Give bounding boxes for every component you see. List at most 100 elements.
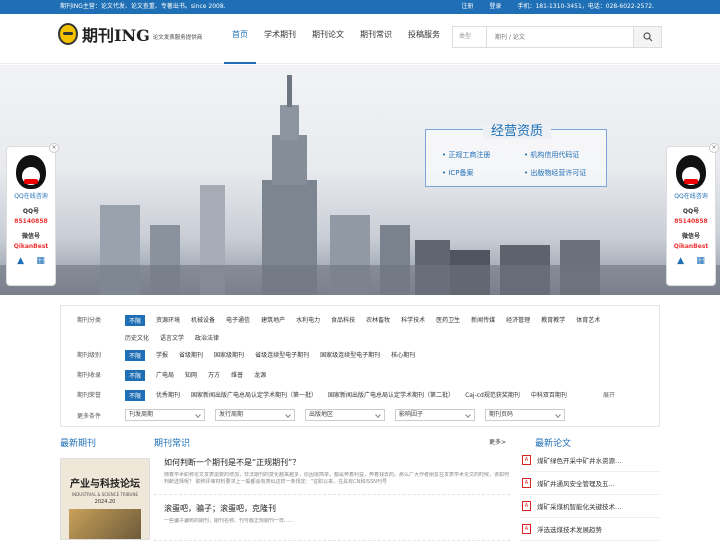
filter-option[interactable]: 中科双百期刊	[531, 390, 567, 401]
filter-option[interactable]: 不限	[125, 350, 146, 361]
section-title-newest-journals: 最新期刊	[60, 439, 97, 449]
filter-select[interactable]: 期刊页码	[485, 409, 565, 421]
journal-cover-image[interactable]: 产业与科技论坛 INDUSTRIAL & SCIENCE TRIBUNE 202…	[60, 458, 150, 540]
filter-option[interactable]: 优秀期刊	[156, 390, 180, 401]
paper-title[interactable]: 浮选选煤技术发展趋势	[537, 524, 602, 534]
filter-label: 更多条件	[77, 412, 102, 420]
qq-label: QQ号	[682, 208, 700, 215]
search-type-select[interactable]: 类型	[453, 27, 487, 47]
search-input[interactable]	[487, 27, 633, 47]
paper-title[interactable]: 煤矿绿色开采中矿井水资源…	[537, 455, 622, 465]
filter-select[interactable]: 影响因子	[395, 409, 475, 421]
filter-option[interactable]: 广电局	[156, 370, 174, 381]
qq-label: QQ号	[22, 208, 40, 215]
section-title-knowledge: 期刊常识	[154, 439, 191, 449]
filter-option[interactable]: 资源环境	[156, 315, 180, 326]
qrcode-icon[interactable]: ▦	[696, 256, 705, 266]
filter-option[interactable]: 食品科技	[331, 315, 355, 326]
site-logo[interactable]: 期刊ING 论文发表服务提供商	[58, 22, 202, 46]
article-title[interactable]: 滚蛋吧，骗子；滚蛋吧，克隆刊	[164, 503, 510, 514]
filter-option[interactable]: 不限	[125, 315, 146, 326]
article-item[interactable]: 如何判断一个期刊是不是“正规期刊”？ 随着学术职称论文发表需要的增加，非法期刊的…	[154, 449, 510, 495]
bell-icon[interactable]: ▲	[677, 256, 684, 266]
filter-option[interactable]: 农林畜牧	[366, 315, 390, 326]
filter-option[interactable]: 建筑地产	[261, 315, 285, 326]
filter-option[interactable]: 教育教学	[541, 315, 565, 326]
main-nav: 首页 学术期刊 期刊论文 期刊常识 投稿服务	[224, 14, 448, 64]
pdf-icon: A	[522, 478, 531, 488]
filter-option[interactable]: 科学技术	[401, 315, 425, 326]
close-icon[interactable]: ×	[49, 143, 59, 153]
list-item[interactable]: A 浮选选煤技术发展趋势	[520, 518, 660, 541]
filter-row-level: 期刊级别 不限 学报 省级期刊 国家级期刊 省级连续型电子期刊 国家级连续型电子期刊 核心期…	[61, 350, 661, 361]
wechat-label: 微信号	[681, 233, 700, 240]
filter-option[interactable]: 不限	[125, 390, 146, 401]
filter-select[interactable]: 发行周期	[215, 409, 295, 421]
qualification-item: ICP备案	[442, 168, 524, 178]
contact-info: 手机：181-1310-3451，电话：028-6022-2572.	[517, 3, 654, 10]
filter-option[interactable]: 经济管理	[506, 315, 530, 326]
filter-option[interactable]: 万方	[208, 370, 220, 381]
filter-option[interactable]: 龙源	[254, 370, 266, 381]
filter-option[interactable]: 水利电力	[296, 315, 320, 326]
nav-papers[interactable]: 期刊论文	[304, 14, 352, 64]
filter-option[interactable]: 体育艺术	[576, 315, 600, 326]
nav-journals[interactable]: 学术期刊	[256, 14, 304, 64]
filter-option[interactable]: 新闻传媒	[471, 315, 495, 326]
login-link[interactable]: 登录	[489, 0, 501, 14]
journal-filter-panel: 期刊分类 不限 资源环境 机械设备 电子通信 建筑地产 水利电力 食品科技 农林畜牧 科学技术医…	[60, 305, 660, 427]
filter-label: 期刊荣誉	[77, 392, 102, 399]
qq-consult-link[interactable]: QQ在线咨询	[667, 191, 715, 200]
list-item[interactable]: A 煤矿绿色开采中矿井水资源…	[520, 449, 660, 472]
filter-option[interactable]: 维普	[231, 370, 243, 381]
nav-submission[interactable]: 投稿服务	[400, 14, 448, 64]
filter-option[interactable]: 语言文学	[160, 333, 184, 342]
filter-option[interactable]: 国家新闻出版广电总局认定学术期刊（第二批）	[328, 390, 454, 401]
pdf-icon: A	[522, 524, 531, 534]
close-icon[interactable]: ×	[709, 143, 719, 153]
filter-option[interactable]: 不限	[125, 370, 146, 381]
filter-option[interactable]: 学报	[156, 350, 168, 361]
filter-option[interactable]: 医药卫生	[436, 315, 460, 326]
bee-logo-icon	[58, 23, 78, 45]
search-button[interactable]	[633, 27, 661, 47]
article-item[interactable]: 滚蛋吧，骗子；滚蛋吧，克隆刊 一些骗子骗到的期刊，期刊名称、刊号都正规期刊一样……	[154, 495, 510, 541]
article-title[interactable]: 如何判断一个期刊是不是“正规期刊”？	[164, 457, 510, 468]
filter-option[interactable]: 国家新闻出版广电总局认定学术期刊（第一批）	[191, 390, 317, 401]
filter-option[interactable]: 省级期刊	[179, 350, 203, 361]
paper-title[interactable]: 煤矿井通风安全管理及五…	[537, 478, 615, 488]
filter-option[interactable]: 电子通信	[226, 315, 250, 326]
filter-option[interactable]: 核心期刊	[391, 350, 415, 361]
list-item[interactable]: A 煤矿采煤机智能化关键技术…	[520, 495, 660, 518]
paper-title[interactable]: 煤矿采煤机智能化关键技术…	[537, 501, 622, 511]
list-item[interactable]: A 煤矿井通风安全管理及五…	[520, 472, 660, 495]
pdf-icon: A	[522, 455, 531, 465]
filter-option[interactable]: 政治法律	[195, 333, 219, 342]
qrcode-icon[interactable]: ▦	[36, 256, 45, 266]
filter-row-category: 期刊分类 不限 资源环境 机械设备 电子通信 建筑地产 水利电力 食品科技 农林畜牧 科学技术医…	[61, 315, 661, 342]
qq-number: 85140858	[674, 218, 708, 225]
register-link[interactable]: 注册	[461, 0, 473, 14]
nav-knowledge[interactable]: 期刊常识	[352, 14, 400, 64]
qq-penguin-icon[interactable]	[676, 155, 706, 189]
expand-toggle[interactable]: 展开	[603, 390, 615, 399]
qq-penguin-icon[interactable]	[16, 155, 46, 189]
bell-icon[interactable]: ▲	[17, 256, 24, 266]
filter-option[interactable]: 知网	[185, 370, 197, 381]
filter-select[interactable]: 刊发周期	[125, 409, 205, 421]
cover-illustration	[69, 509, 141, 539]
qq-consult-link[interactable]: QQ在线咨询	[7, 191, 55, 200]
filter-option[interactable]: 国家级期刊	[214, 350, 244, 361]
top-bar-slogan: 期刊ING主营：论文代发、论文查重、专著出书。since 2008.	[60, 3, 226, 10]
nav-home[interactable]: 首页	[224, 14, 256, 64]
filter-select[interactable]: 出版地区	[305, 409, 385, 421]
filter-option[interactable]: 省级连续型电子期刊	[255, 350, 309, 361]
filter-option[interactable]: 国家级连续型电子期刊	[320, 350, 380, 361]
wechat-id: QikanBest	[673, 243, 709, 250]
filter-option[interactable]: 历史文化	[125, 333, 149, 342]
filter-option[interactable]: 机械设备	[191, 315, 215, 326]
more-link[interactable]: 更多>	[489, 437, 506, 446]
filter-option[interactable]: Caj-cd规范获奖期刊	[465, 390, 520, 401]
journal-cover-title: 产业与科技论坛	[70, 479, 140, 490]
article-excerpt: 随着学术职称论文发表需要的增加，非法期刊的变化越来越多，原因很简单，都是奔着利益…	[164, 472, 510, 485]
